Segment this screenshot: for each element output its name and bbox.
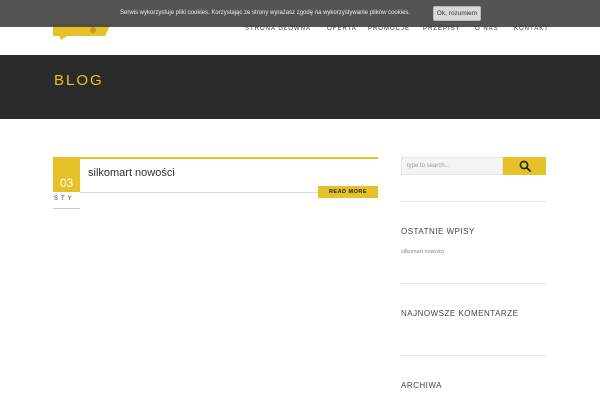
page-title: Blog (54, 72, 104, 89)
sidebar-divider (401, 201, 546, 202)
post-date-day: 03 (59, 176, 74, 190)
post-title-link[interactable]: silkomart nowości (88, 167, 175, 179)
cookie-accept-button[interactable]: Ok, rozumiem (433, 6, 481, 21)
recent-comments-heading: Najnowsze komentarze (401, 309, 519, 318)
search-input[interactable]: type to search... (401, 157, 503, 175)
main-nav: Strona główna Oferta Promocje Przepisy O… (245, 26, 600, 36)
search-button[interactable] (503, 157, 546, 175)
recent-post-link[interactable]: silkomart nowości (401, 249, 444, 255)
page-banner: Blog (0, 55, 600, 119)
sidebar-divider (401, 355, 546, 356)
recent-posts-heading: Ostatnie wpisy (401, 227, 475, 236)
cookie-bar: Serwis wykorzystuje pliki cookies. Korzy… (0, 0, 600, 27)
cookie-message: Serwis wykorzystuje pliki cookies. Korzy… (120, 10, 411, 16)
date-divider (53, 208, 80, 209)
sidebar-divider (401, 283, 546, 284)
post-top-border (53, 157, 378, 159)
search-icon (519, 160, 531, 172)
post-date-month: STY (54, 196, 75, 202)
read-more-button[interactable]: Read more (318, 186, 378, 198)
archives-heading: Archiwa (401, 381, 442, 390)
